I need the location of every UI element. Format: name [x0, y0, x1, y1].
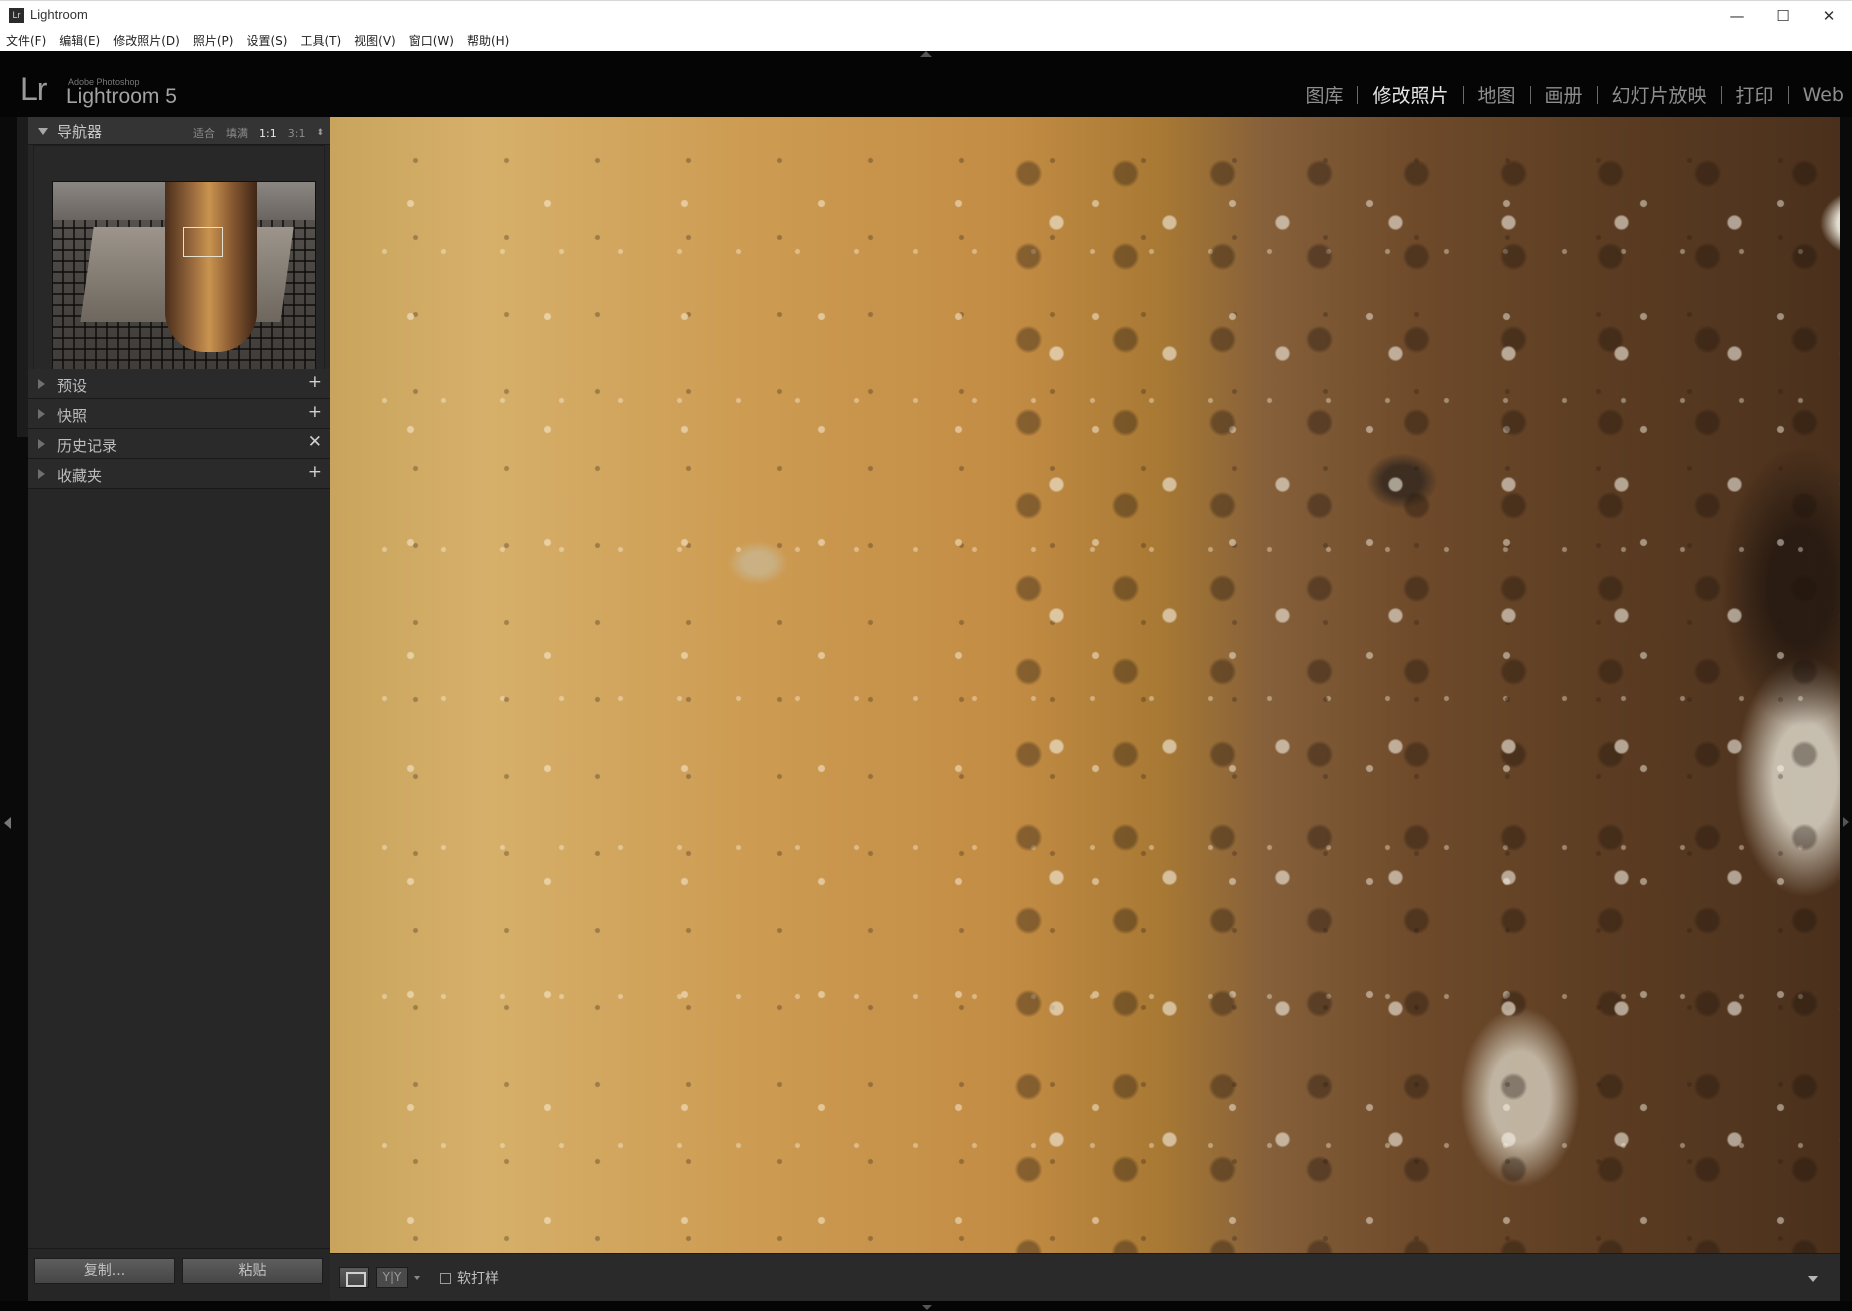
- triangle-right-icon[interactable]: [38, 379, 45, 389]
- zoom-fit[interactable]: 适合: [193, 125, 215, 141]
- product-name: Lightroom 5: [66, 85, 177, 108]
- module-print[interactable]: 打印: [1736, 81, 1774, 108]
- module-map[interactable]: 地图: [1478, 81, 1516, 108]
- navigator-header[interactable]: 导航器 适合 填满 1:1 3:1 ⬍: [28, 117, 330, 145]
- panel-collections-label: 收藏夹: [57, 467, 103, 485]
- menu-settings[interactable]: 设置(S): [246, 32, 287, 49]
- zoom-1-1[interactable]: 1:1: [259, 127, 277, 140]
- lightroom-app-icon: Lr: [9, 8, 24, 23]
- lr-logo: Lr: [20, 71, 47, 107]
- window-title-bar: Lr Lightroom — ☐ ✕: [0, 0, 1852, 30]
- add-preset-button[interactable]: +: [308, 372, 322, 392]
- module-divider: [1596, 85, 1598, 104]
- panel-presets-label: 预设: [57, 377, 88, 395]
- copy-button[interactable]: 复制...: [34, 1258, 175, 1284]
- module-divider: [1357, 85, 1359, 104]
- loupe-view-icon[interactable]: [339, 1267, 369, 1288]
- module-library[interactable]: 图库: [1305, 81, 1343, 108]
- panel-presets[interactable]: 预设 +: [28, 369, 330, 399]
- panel-history-label: 历史记录: [57, 437, 118, 455]
- menu-view[interactable]: 视图(V): [354, 32, 396, 49]
- photo-rust-texture: [970, 117, 1840, 1253]
- clear-history-button[interactable]: ✕: [308, 432, 322, 452]
- triangle-down-icon[interactable]: [38, 128, 48, 135]
- panel-snapshots-label: 快照: [57, 407, 88, 425]
- module-slideshow[interactable]: 幻灯片放映: [1612, 81, 1707, 108]
- navigator-title: 导航器: [57, 123, 103, 141]
- left-panel-scrollbar[interactable]: [17, 117, 28, 437]
- menu-bar: 文件(F) 编辑(E) 修改照片(D) 照片(P) 设置(S) 工具(T) 视图…: [0, 30, 1852, 51]
- module-divider: [1529, 85, 1531, 104]
- develop-toolbar: Y|Y 软打样: [330, 1253, 1840, 1301]
- collapse-left-panel-icon[interactable]: [4, 817, 11, 829]
- menu-edit[interactable]: 编辑(E): [59, 32, 100, 49]
- left-panel-edge: [0, 117, 28, 1301]
- filmstrip-edge: [0, 1301, 1852, 1311]
- photo-canvas[interactable]: [330, 117, 1840, 1253]
- before-after-dropdown-icon[interactable]: [414, 1276, 420, 1280]
- module-divider: [1720, 85, 1722, 104]
- chevron-down-icon[interactable]: [1808, 1276, 1818, 1282]
- zoom-options: 适合 填满 1:1 3:1 ⬍: [182, 125, 324, 141]
- left-panel-footer: 复制... 粘贴: [28, 1248, 330, 1301]
- zoom-fill[interactable]: 填满: [226, 125, 248, 141]
- panel-collections[interactable]: 收藏夹 +: [28, 459, 330, 489]
- menu-window[interactable]: 窗口(W): [409, 32, 454, 49]
- paste-button[interactable]: 粘贴: [182, 1258, 323, 1284]
- module-divider: [1787, 85, 1789, 104]
- navigator-preview[interactable]: [52, 181, 316, 393]
- soft-proof-label: 软打样: [457, 1271, 499, 1287]
- module-book[interactable]: 画册: [1545, 81, 1583, 108]
- menu-file[interactable]: 文件(F): [6, 32, 46, 49]
- module-web[interactable]: Web: [1803, 84, 1844, 106]
- panel-history[interactable]: 历史记录 ✕: [28, 429, 330, 459]
- expand-filmstrip-icon[interactable]: [922, 1305, 932, 1310]
- before-after-button[interactable]: Y|Y: [376, 1267, 408, 1288]
- menu-photo[interactable]: 照片(P): [193, 32, 234, 49]
- module-picker: 图库 修改照片 地图 画册 幻灯片放映 打印 Web: [1305, 81, 1844, 108]
- window-title: Lightroom: [30, 7, 88, 22]
- identity-bar: Lr Adobe Photoshop Lightroom 5 图库 修改照片 地…: [0, 51, 1852, 117]
- module-develop[interactable]: 修改照片: [1372, 81, 1448, 108]
- right-panel-edge: [1840, 117, 1852, 1301]
- module-divider: [1462, 85, 1464, 104]
- minimize-button[interactable]: —: [1714, 1, 1760, 31]
- navigator-view-rectangle[interactable]: [183, 227, 223, 257]
- soft-proof-checkbox[interactable]: [440, 1273, 451, 1284]
- menu-help[interactable]: 帮助(H): [467, 32, 509, 49]
- preview-pipe: [165, 182, 257, 352]
- close-button[interactable]: ✕: [1806, 1, 1852, 31]
- zoom-3-1[interactable]: 3:1: [288, 127, 306, 140]
- add-snapshot-button[interactable]: +: [308, 402, 322, 422]
- collapse-top-panel-icon[interactable]: [920, 51, 932, 57]
- triangle-right-icon[interactable]: [38, 439, 45, 449]
- triangle-right-icon[interactable]: [38, 409, 45, 419]
- panel-snapshots[interactable]: 快照 +: [28, 399, 330, 429]
- menu-tools[interactable]: 工具(T): [300, 32, 341, 49]
- add-collection-button[interactable]: +: [308, 462, 322, 482]
- menu-develop[interactable]: 修改照片(D): [113, 32, 180, 49]
- expand-right-panel-icon[interactable]: [1843, 817, 1849, 827]
- maximize-button[interactable]: ☐: [1760, 1, 1806, 31]
- zoom-ratio-arrows-icon[interactable]: ⬍: [316, 128, 324, 138]
- triangle-right-icon[interactable]: [38, 469, 45, 479]
- left-panel: 导航器 适合 填满 1:1 3:1 ⬍ 预设 + 快照 + 历史记录 ✕ 收藏夹: [28, 117, 330, 1301]
